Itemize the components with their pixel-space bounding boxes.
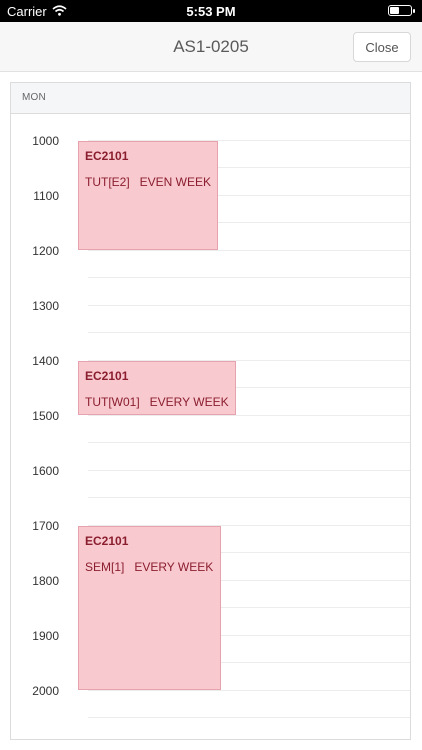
gridline: [88, 305, 410, 306]
gridline: [88, 690, 410, 691]
battery-icon: [388, 5, 415, 16]
gridline: [88, 415, 410, 416]
gridline: [88, 332, 410, 333]
hour-label: 1700: [32, 519, 59, 533]
event-course-code: EC2101: [85, 149, 129, 163]
hour-label: 1800: [32, 574, 59, 588]
event-detail: TUT[E2] EVEN WEEK: [85, 175, 212, 189]
timetable-panel: MON 1000 1100 1200 1300 1400 1500 1600 1…: [10, 82, 411, 740]
navigation-bar: AS1-0205 Close: [0, 22, 422, 72]
clock: 5:53 PM: [186, 4, 236, 19]
hour-label: 1900: [32, 629, 59, 643]
gridline: [88, 250, 410, 251]
day-label: MON: [22, 92, 46, 103]
hour-label: 1100: [33, 189, 59, 203]
hour-label: 1500: [32, 409, 59, 423]
class-event[interactable]: EC2101 SEM[1] EVERY WEEK: [78, 526, 221, 690]
hour-label: 1400: [32, 354, 59, 368]
hour-label: 2000: [32, 684, 59, 698]
event-course-code: EC2101: [85, 369, 129, 383]
gridline: [88, 717, 410, 718]
event-course-code: EC2101: [85, 534, 129, 548]
gridline: [88, 277, 410, 278]
hour-label: 1600: [32, 464, 59, 478]
gridline: [88, 442, 410, 443]
class-event[interactable]: EC2101 TUT[E2] EVEN WEEK: [78, 141, 218, 250]
day-header: MON: [11, 83, 410, 114]
event-detail: SEM[1] EVERY WEEK: [85, 560, 214, 574]
status-bar: Carrier 5:53 PM: [0, 0, 422, 22]
close-button[interactable]: Close: [353, 32, 411, 62]
gridline: [88, 497, 410, 498]
hour-label: 1200: [32, 244, 59, 258]
hour-label: 1000: [32, 134, 59, 148]
class-event[interactable]: EC2101 TUT[W01] EVERY WEEK: [78, 361, 236, 415]
event-detail: TUT[W01] EVERY WEEK: [85, 395, 229, 409]
gridline: [88, 470, 410, 471]
hour-label: 1300: [32, 299, 59, 313]
